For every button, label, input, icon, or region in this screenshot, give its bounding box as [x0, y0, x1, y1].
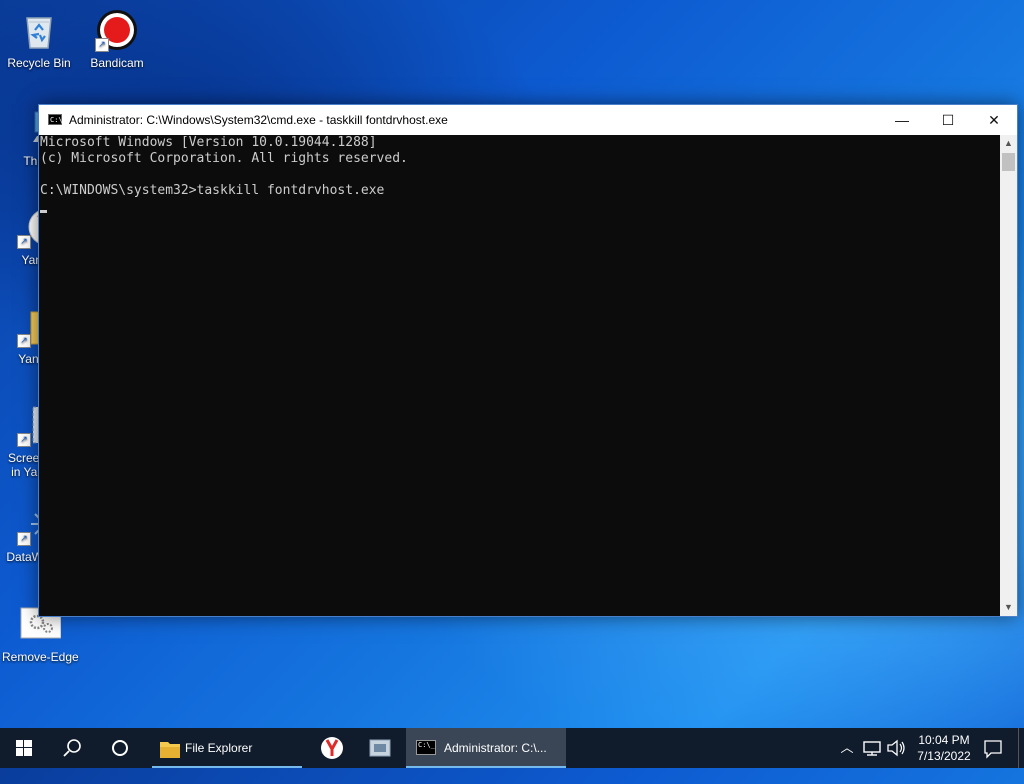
show-hidden-icons-button[interactable]: ︿: [836, 728, 858, 768]
show-desktop-button[interactable]: [1018, 728, 1024, 768]
window-titlebar[interactable]: C:\ Administrator: C:\Windows\System32\c…: [39, 105, 1017, 135]
shortcut-arrow-icon: ↗: [17, 334, 31, 348]
taskbar: File Explorer C:\_ Administrator: C:\...…: [0, 728, 1024, 768]
bandicam-shortcut[interactable]: ↗ Bandicam: [80, 8, 154, 70]
recycle-bin-icon: [17, 8, 61, 52]
folder-icon: [160, 742, 180, 758]
clock-date: 7/13/2022: [917, 749, 971, 763]
chevron-up-icon: ︿: [840, 740, 854, 755]
taskbar-cmd-window[interactable]: C:\_ Administrator: C:\...: [406, 728, 566, 768]
cortana-circle-icon: [112, 740, 128, 756]
cmd-app-icon: C:\: [48, 114, 63, 125]
maximize-icon: ☐: [941, 112, 955, 128]
recycle-bin-label: Recycle Bin: [7, 56, 71, 70]
cmd-window[interactable]: C:\ Administrator: C:\Windows\System32\c…: [38, 104, 1018, 617]
search-button[interactable]: [48, 728, 96, 768]
close-button[interactable]: ✕: [971, 105, 1017, 135]
recycle-bin-shortcut[interactable]: Recycle Bin: [2, 8, 76, 70]
close-icon: ✕: [988, 112, 1000, 128]
taskbar-screenshot-tool[interactable]: [356, 728, 404, 768]
cmd-app-icon: C:\_: [416, 740, 436, 755]
scroll-down-icon[interactable]: ▼: [1000, 599, 1017, 616]
task-view-button[interactable]: [96, 728, 144, 768]
network-icon: [863, 741, 881, 756]
search-icon: [63, 739, 81, 757]
vertical-scrollbar[interactable]: ▲ ▼: [1000, 135, 1017, 616]
speaker-icon: [887, 739, 905, 757]
taskbar-file-explorer[interactable]: File Explorer: [152, 728, 302, 768]
taskbar-yandex-browser[interactable]: [308, 728, 356, 768]
bandicam-icon: ↗: [95, 8, 139, 52]
console-line: Microsoft Windows [Version 10.0.19044.12…: [40, 135, 377, 150]
text-cursor: [40, 210, 47, 213]
screenshot-tool-icon: [369, 739, 391, 757]
shortcut-arrow-icon: ↗: [17, 235, 31, 249]
console-output[interactable]: Microsoft Windows [Version 10.0.19044.12…: [39, 135, 999, 616]
scrollbar-thumb[interactable]: [1002, 153, 1015, 171]
shortcut-arrow-icon: ↗: [95, 38, 109, 52]
cursor-line: [40, 199, 999, 215]
minimize-button[interactable]: —: [879, 105, 925, 135]
bandicam-label: Bandicam: [90, 56, 144, 70]
window-title: Administrator: C:\Windows\System32\cmd.e…: [69, 113, 448, 127]
maximize-button[interactable]: ☐: [925, 105, 971, 135]
network-button[interactable]: [860, 728, 884, 768]
taskbar-clock[interactable]: 10:04 PM 7/13/2022: [906, 732, 982, 764]
notification-icon: [984, 740, 1002, 759]
start-button[interactable]: [0, 728, 48, 768]
console-line: (c) Microsoft Corporation. All rights re…: [40, 151, 408, 166]
volume-button[interactable]: [884, 728, 908, 768]
shortcut-arrow-icon: ↗: [17, 433, 31, 447]
action-center-button[interactable]: [978, 728, 1008, 768]
windows-logo-icon: [16, 740, 32, 756]
remove-edge-label: Remove-Edge: [2, 650, 79, 664]
minimize-icon: —: [895, 112, 909, 128]
cmd-taskbar-label: Administrator: C:\...: [444, 741, 547, 755]
clock-time: 10:04 PM: [918, 733, 970, 747]
file-explorer-label: File Explorer: [185, 741, 253, 755]
scroll-up-icon[interactable]: ▲: [1000, 135, 1017, 152]
yandex-browser-icon: [321, 737, 343, 759]
console-line: C:\WINDOWS\system32>taskkill fontdrvhost…: [40, 183, 385, 198]
shortcut-arrow-icon: ↗: [17, 532, 31, 546]
